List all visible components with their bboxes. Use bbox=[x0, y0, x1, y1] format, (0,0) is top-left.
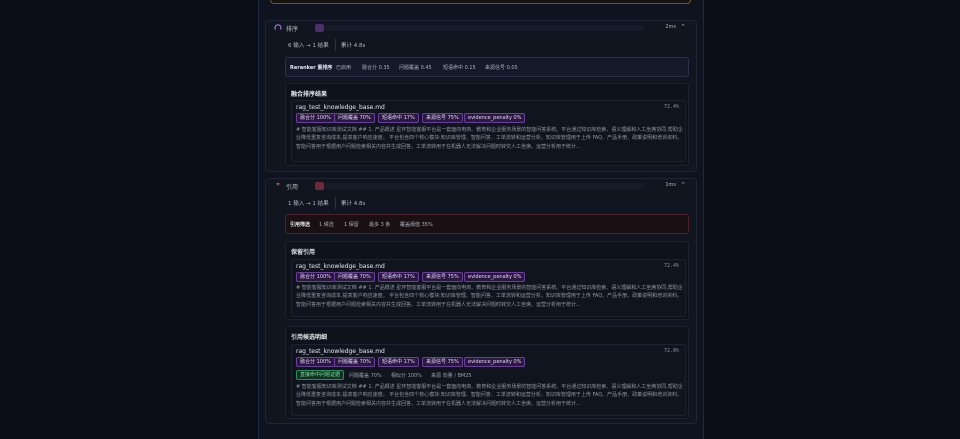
tag-fusion: 融合分 100% bbox=[296, 113, 335, 123]
section-title: 融合排序结果 bbox=[291, 91, 328, 98]
tag-coverage: 问题覆盖 70% bbox=[334, 357, 375, 367]
stage-color-chip bbox=[315, 182, 324, 190]
stage-header-rerank[interactable]: 排序 2ms ⌃ bbox=[266, 21, 696, 35]
kept-count: 1 保留 bbox=[344, 222, 359, 228]
weight-source: 来源信号 0.05 bbox=[485, 65, 518, 71]
extra-source: 来源 向量 / BM25 bbox=[431, 373, 472, 379]
doc-score: 72.4% bbox=[663, 104, 679, 110]
divider bbox=[335, 197, 336, 209]
sort-arc-icon bbox=[274, 24, 282, 32]
chevron-up-icon[interactable]: ⌃ bbox=[680, 23, 686, 31]
stage-timeline-bar bbox=[324, 25, 644, 31]
section-title: 保留引用 bbox=[291, 249, 316, 256]
max-count: 最多 3 条 bbox=[369, 222, 391, 228]
citation-info-bar: 引用筛选 1 候选 1 保留 最多 3 条 覆盖阈值 35% bbox=[285, 214, 689, 234]
section-title: 引用候选明细 bbox=[291, 334, 328, 341]
tag-fusion: 融合分 100% bbox=[296, 357, 335, 367]
extra-similarity: 相似分 100% bbox=[391, 373, 422, 379]
doc-filename: rag_test_knowledge_base.md bbox=[296, 104, 385, 111]
tag-source: 来源信号 75% bbox=[422, 357, 463, 367]
stage-panel-citation: ❞ 引用 1ms ⌃ 1 输入 → 1 结果 累计 4.8s 引用筛选 1 候选… bbox=[265, 178, 697, 424]
rerank-status: 已启用 bbox=[336, 65, 352, 71]
stage-timeline-bar bbox=[324, 183, 644, 189]
previous-stage-edge bbox=[270, 0, 691, 4]
doc-snippet: # 智能客服知识库测试文档 ## 1. 产品概述 星环智能客服平台是一套面向电商… bbox=[296, 384, 683, 407]
tag-source: 来源信号 75% bbox=[422, 113, 463, 123]
doc-score: 72.8% bbox=[663, 348, 679, 354]
doc-snippet: # 智能客服知识库测试文档 ## 1. 产品概述 星环智能客服平台是一套面向电商… bbox=[296, 285, 683, 308]
tag-fusion: 融合分 100% bbox=[296, 272, 335, 282]
stage-duration: 2ms bbox=[665, 24, 676, 30]
stage-panel-rerank: 排序 2ms ⌃ 6 输入 → 1 结果 累计 4.8s Reranker 重排… bbox=[265, 20, 697, 172]
tag-penalty: evidence_penalty 0% bbox=[464, 272, 526, 282]
tag-phrase: 短语命中 17% bbox=[378, 113, 419, 123]
weight-phrase: 短语命中 0.15 bbox=[443, 65, 476, 71]
doc-snippet: # 智能客服知识库测试文档 ## 1. 产品概述 星环智能客服平台是一套面向电商… bbox=[296, 127, 683, 150]
result-card[interactable]: rag_test_knowledge_base.md 72.4% 融合分 100… bbox=[291, 100, 686, 162]
doc-filename: rag_test_knowledge_base.md bbox=[296, 263, 385, 270]
tag-phrase: 短语命中 17% bbox=[378, 357, 419, 367]
tag-phrase: 短语命中 17% bbox=[378, 272, 419, 282]
stage-io-count: 6 输入 → 1 结果 bbox=[288, 43, 329, 49]
section-kept-citations: 保留引用 rag_test_knowledge_base.md 72.4% 融合… bbox=[285, 241, 689, 320]
tag-source: 来源信号 75% bbox=[422, 272, 463, 282]
quote-icon: ❞ bbox=[276, 182, 280, 190]
weight-fusion: 融合分 0.35 bbox=[362, 65, 390, 71]
stage-title: 引用 bbox=[286, 184, 299, 191]
citation-label: 引用筛选 bbox=[290, 222, 311, 228]
candidate-card[interactable]: rag_test_knowledge_base.md 72.8% 融合分 100… bbox=[291, 344, 686, 416]
tag-penalty: evidence_penalty 0% bbox=[464, 357, 526, 367]
stage-duration: 1ms bbox=[665, 182, 676, 188]
coverage-threshold: 覆盖阈值 35% bbox=[400, 222, 433, 228]
extra-coverage: 问题覆盖 70% bbox=[349, 373, 382, 379]
divider bbox=[335, 39, 336, 51]
doc-score: 72.4% bbox=[663, 263, 679, 269]
citation-card[interactable]: rag_test_knowledge_base.md 72.4% 融合分 100… bbox=[291, 259, 686, 317]
stage-title: 排序 bbox=[286, 26, 299, 33]
weight-coverage: 问题覆盖 0.45 bbox=[399, 65, 432, 71]
stage-color-chip bbox=[315, 24, 324, 32]
section-fused-results: 融合排序结果 rag_test_knowledge_base.md 72.4% … bbox=[285, 83, 689, 166]
tag-penalty: evidence_penalty 0% bbox=[464, 113, 526, 123]
rerank-label: Reranker 重排序 bbox=[290, 65, 333, 71]
rerank-info-bar: Reranker 重排序 已启用 融合分 0.35 问题覆盖 0.45 短语命中… bbox=[285, 57, 689, 77]
tag-coverage: 问题覆盖 70% bbox=[334, 113, 375, 123]
chevron-up-icon[interactable]: ⌃ bbox=[680, 181, 686, 189]
section-citation-candidates: 引用候选明细 rag_test_knowledge_base.md 72.8% … bbox=[285, 326, 689, 419]
candidate-count: 1 候选 bbox=[319, 222, 334, 228]
doc-filename: rag_test_knowledge_base.md bbox=[296, 348, 385, 355]
status-badge: 直接命中问题证据 bbox=[296, 370, 345, 380]
stage-cumulative-time: 累计 4.8s bbox=[341, 201, 366, 207]
stage-cumulative-time: 累计 4.8s bbox=[341, 43, 366, 49]
stage-header-citation[interactable]: ❞ 引用 1ms ⌃ bbox=[266, 179, 696, 193]
tag-coverage: 问题覆盖 70% bbox=[334, 272, 375, 282]
stage-io-count: 1 输入 → 1 结果 bbox=[288, 201, 329, 207]
